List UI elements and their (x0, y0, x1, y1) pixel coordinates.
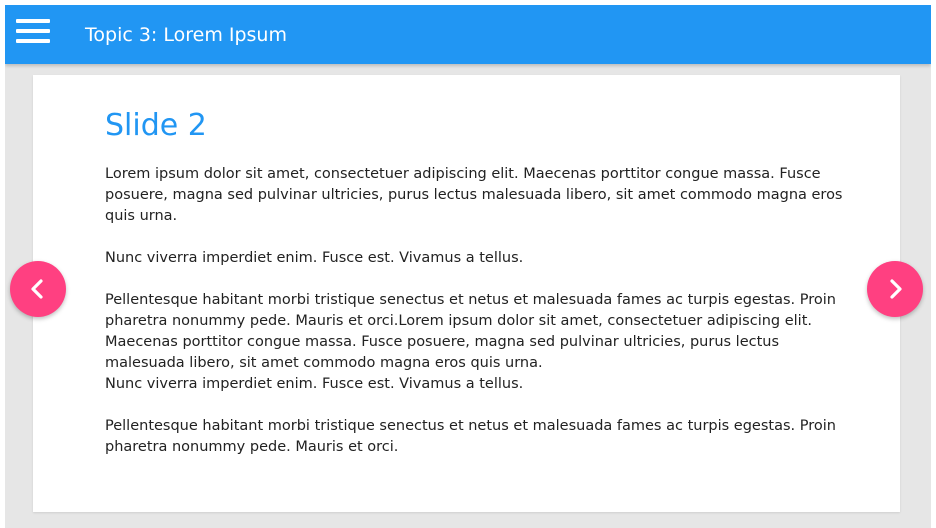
app-frame: Topic 3: Lorem Ipsum Slide 2 Lorem ipsum… (5, 5, 931, 528)
slide-paragraph: Lorem ipsum dolor sit amet, consectetuer… (105, 166, 843, 224)
next-slide-button[interactable] (867, 261, 923, 317)
hamburger-menu-icon[interactable] (16, 19, 50, 45)
slide-paragraph: Pellentesque habitant morbi tristique se… (105, 418, 836, 455)
app-bar: Topic 3: Lorem Ipsum (5, 5, 931, 64)
previous-slide-button[interactable] (10, 261, 66, 317)
slide-paragraph: Nunc viverra imperdiet enim. Fusce est. … (105, 250, 524, 266)
slide-card: Slide 2 Lorem ipsum dolor sit amet, cons… (33, 75, 900, 512)
chevron-right-icon (890, 279, 902, 299)
slide-body: Lorem ipsum dolor sit amet, consectetuer… (105, 164, 845, 458)
slide-paragraph: Pellentesque habitant morbi tristique se… (105, 292, 836, 392)
slide-title: Slide 2 (105, 108, 207, 143)
chevron-left-icon (31, 279, 43, 299)
app-title: Topic 3: Lorem Ipsum (85, 24, 287, 46)
